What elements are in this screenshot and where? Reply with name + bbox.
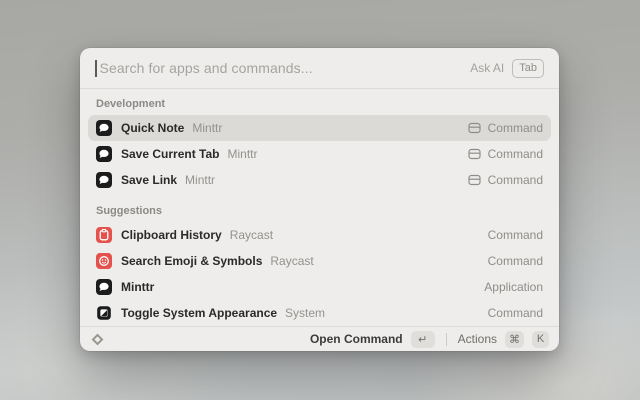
return-key-badge: ↵: [411, 331, 435, 348]
actions-button[interactable]: Actions: [458, 332, 497, 346]
text-caret: [95, 60, 97, 77]
item-type-label: Command: [488, 228, 543, 242]
minttr-icon: [96, 279, 112, 295]
item-type-label: Command: [488, 121, 543, 135]
minttr-icon: [96, 146, 112, 162]
clipboard-icon: [96, 227, 112, 243]
list-item-clipboard-history[interactable]: Clipboard History Raycast Command: [88, 222, 551, 248]
item-type-label: Command: [488, 173, 543, 187]
item-subtitle: System: [285, 306, 325, 320]
item-type-label: Command: [488, 306, 543, 320]
item-subtitle: Minttr: [185, 173, 215, 187]
primary-action-label[interactable]: Open Command: [310, 332, 403, 346]
list-item-quick-note[interactable]: Quick Note Minttr Command: [88, 115, 551, 141]
dev-command-icon: [468, 122, 481, 134]
tab-key-badge: Tab: [512, 59, 544, 78]
item-type-label: Command: [488, 254, 543, 268]
raycast-logo-icon: [90, 332, 105, 347]
item-title: Clipboard History: [121, 228, 222, 242]
item-title: Save Link: [121, 173, 177, 187]
item-subtitle: Minttr: [192, 121, 222, 135]
list-item-search-emoji[interactable]: Search Emoji & Symbols Raycast Command: [88, 248, 551, 274]
emoji-icon: [96, 253, 112, 269]
minttr-icon: [96, 120, 112, 136]
list-item-minttr-app[interactable]: Minttr Application: [88, 274, 551, 300]
section-header-suggestions: Suggestions: [88, 193, 551, 222]
item-title: Minttr: [121, 280, 154, 294]
footer-divider: [446, 333, 447, 346]
action-bar: Open Command ↵ Actions ⌘ K: [80, 326, 559, 351]
search-input[interactable]: Search for apps and commands...: [100, 60, 313, 76]
item-title: Save Current Tab: [121, 147, 219, 161]
dev-command-icon: [468, 174, 481, 186]
ask-ai-label[interactable]: Ask AI: [470, 61, 504, 75]
list-item-save-current-tab[interactable]: Save Current Tab Minttr Command: [88, 141, 551, 167]
list-item-toggle-system-appearance[interactable]: Toggle System Appearance System Command: [88, 300, 551, 326]
list-item-save-link[interactable]: Save Link Minttr Command: [88, 167, 551, 193]
item-type-label: Application: [484, 280, 543, 294]
section-header-development: Development: [88, 89, 551, 115]
search-bar: Search for apps and commands... Ask AI T…: [80, 48, 559, 89]
item-type-label: Command: [488, 147, 543, 161]
item-subtitle: Raycast: [230, 228, 273, 242]
item-subtitle: Minttr: [227, 147, 257, 161]
item-title: Quick Note: [121, 121, 184, 135]
item-title: Search Emoji & Symbols: [121, 254, 262, 268]
k-key-badge: K: [532, 331, 549, 348]
raycast-launcher-window: Search for apps and commands... Ask AI T…: [80, 48, 559, 351]
minttr-icon: [96, 172, 112, 188]
item-title: Toggle System Appearance: [121, 306, 277, 320]
item-subtitle: Raycast: [270, 254, 313, 268]
results-list: Development Quick Note Minttr Command Sa…: [80, 89, 559, 326]
appearance-icon: [96, 305, 112, 321]
cmd-key-badge: ⌘: [505, 331, 524, 348]
dev-command-icon: [468, 148, 481, 160]
